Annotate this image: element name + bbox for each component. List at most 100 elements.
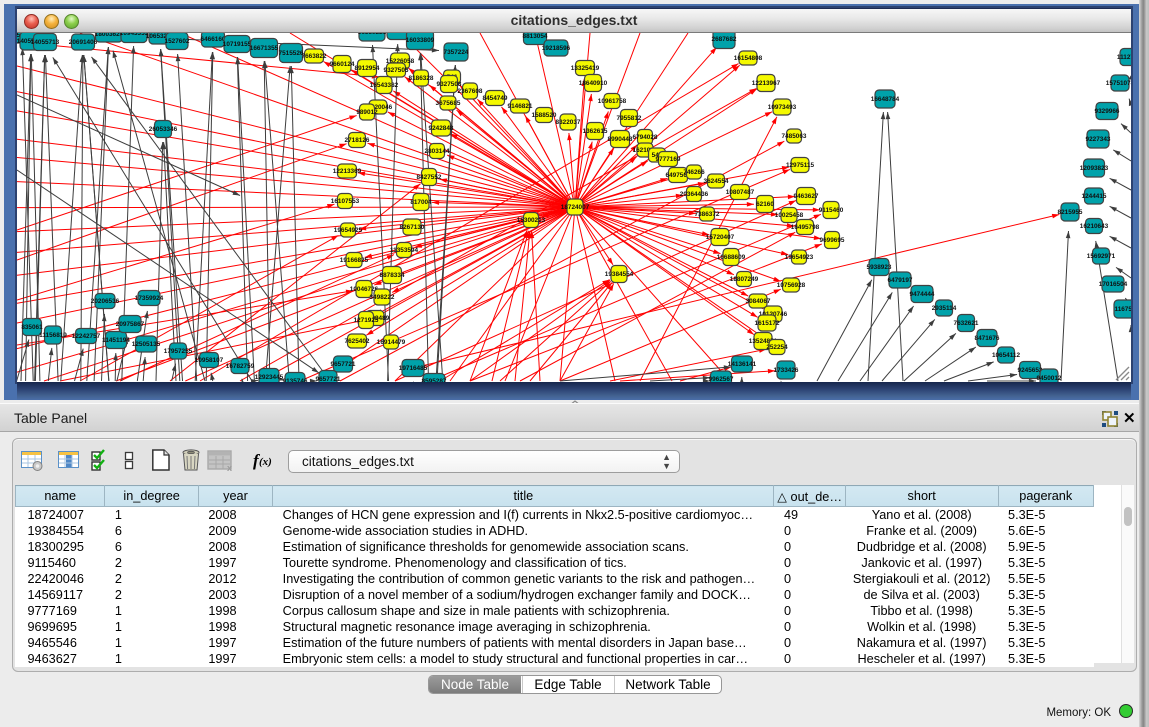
svg-text:14055713: 14055713 (31, 39, 60, 46)
svg-text:18640910: 18640910 (579, 80, 608, 87)
svg-text:15751074: 15751074 (1106, 80, 1131, 87)
svg-text:3675685: 3675685 (436, 100, 461, 107)
svg-text:9327505: 9327505 (384, 67, 409, 74)
svg-text:6479197: 6479197 (888, 277, 913, 284)
svg-text:12213967: 12213967 (752, 80, 781, 87)
svg-text:9242848: 9242848 (429, 125, 454, 132)
svg-text:20975867: 20975867 (116, 321, 145, 328)
svg-text:19218596: 19218596 (542, 45, 571, 52)
svg-text:19654925: 19654925 (334, 227, 363, 234)
svg-text:8427552: 8427552 (417, 174, 442, 181)
svg-text:16671355: 16671355 (250, 45, 279, 52)
svg-text:9227343: 9227343 (1086, 136, 1111, 143)
svg-text:20206536: 20206536 (91, 298, 120, 305)
svg-text:11451194: 11451194 (102, 337, 130, 344)
svg-text:8878334: 8878334 (380, 272, 405, 279)
svg-text:2687682: 2687682 (712, 36, 737, 43)
svg-text:9699695: 9699695 (820, 237, 845, 244)
svg-text:12242757: 12242757 (72, 333, 101, 340)
svg-text:18807249: 18807249 (730, 276, 759, 283)
svg-text:1733426: 1733426 (774, 367, 799, 374)
svg-text:2367608: 2367608 (458, 88, 483, 95)
svg-text:15692971: 15692971 (1087, 253, 1116, 260)
svg-text:3084067: 3084067 (746, 298, 771, 305)
svg-text:1615172: 1615172 (755, 320, 780, 327)
svg-text:9327508: 9327508 (437, 81, 462, 88)
svg-text:8813054: 8813054 (523, 33, 548, 40)
svg-text:10719155: 10719155 (223, 41, 252, 48)
svg-text:8454749: 8454749 (483, 95, 508, 102)
svg-text:8215955: 8215955 (1058, 209, 1083, 216)
svg-text:26053346: 26053346 (149, 126, 178, 133)
svg-text:8471676: 8471676 (975, 335, 1000, 342)
svg-text:116753: 116753 (1115, 306, 1131, 313)
svg-text:3624554: 3624554 (704, 178, 729, 185)
svg-text:3498222: 3498222 (370, 294, 395, 301)
svg-text:13325419: 13325419 (571, 65, 600, 72)
svg-text:19384554: 19384554 (605, 271, 634, 278)
svg-text:12505135: 12505135 (132, 341, 161, 348)
svg-text:2718126: 2718126 (345, 137, 370, 144)
svg-text:817004: 817004 (410, 199, 432, 206)
svg-text:19654923: 19654923 (785, 254, 814, 261)
svg-text:9474444: 9474444 (910, 291, 935, 298)
svg-text:15300213: 15300213 (517, 217, 546, 224)
svg-text:8322037: 8322037 (556, 119, 581, 126)
svg-text:20691406: 20691406 (69, 39, 98, 46)
svg-text:989012: 989012 (356, 109, 378, 116)
svg-text:14136141: 14136141 (728, 361, 757, 368)
svg-text:9450012: 9450012 (1037, 375, 1062, 382)
svg-text:18724007: 18724007 (561, 204, 590, 211)
svg-text:16339221: 16339221 (358, 33, 387, 36)
svg-text:12975115: 12975115 (786, 162, 815, 169)
svg-text:7955812: 7955812 (617, 115, 642, 122)
svg-text:9329966: 9329966 (1095, 108, 1120, 115)
svg-text:16495798: 16495798 (791, 224, 820, 231)
svg-text:16782759: 16782759 (226, 363, 255, 370)
svg-text:9115460: 9115460 (819, 207, 844, 214)
svg-text:6794028: 6794028 (633, 134, 658, 141)
svg-text:10025458: 10025458 (775, 212, 804, 219)
svg-text:9463627: 9463627 (794, 193, 819, 200)
svg-text:20364436: 20364436 (680, 191, 709, 198)
svg-text:19166825: 19166825 (340, 257, 369, 264)
svg-text:16033809: 16033809 (406, 37, 435, 44)
svg-text:10958107: 10958107 (195, 357, 224, 364)
svg-text:9245652: 9245652 (1018, 367, 1043, 374)
svg-text:12093823: 12093823 (1080, 165, 1109, 172)
svg-text:7357224: 7357224 (444, 49, 469, 56)
svg-text:746266: 746266 (683, 169, 705, 176)
svg-text:11353594: 11353594 (390, 247, 419, 254)
svg-text:1527602: 1527602 (165, 38, 190, 45)
svg-text:8990448: 8990448 (608, 136, 633, 143)
svg-text:835061: 835061 (21, 324, 43, 331)
svg-text:8186328: 8186328 (409, 75, 434, 82)
svg-text:15720407: 15720407 (706, 234, 735, 241)
svg-text:16648784: 16648784 (871, 96, 900, 103)
svg-text:9657721: 9657721 (331, 361, 356, 368)
svg-text:7625402: 7625402 (345, 338, 370, 345)
svg-text:16154808: 16154808 (734, 55, 763, 62)
svg-text:11156819: 11156819 (39, 332, 67, 339)
svg-text:62160: 62160 (756, 201, 774, 208)
svg-text:19716485: 19716485 (399, 365, 428, 372)
svg-text:7485063: 7485063 (782, 133, 807, 140)
svg-text:12923445: 12923445 (255, 374, 284, 381)
svg-text:(x): (x) (259, 456, 272, 468)
svg-text:12213369: 12213369 (333, 168, 362, 175)
svg-text:1271925: 1271925 (354, 317, 379, 324)
svg-text:10688609: 10688609 (717, 254, 746, 261)
svg-text:10943353: 10943353 (120, 33, 149, 37)
svg-text:17359924: 17359924 (135, 295, 164, 302)
svg-text:7663822: 7663822 (302, 53, 327, 60)
svg-text:17016504: 17016504 (1099, 281, 1128, 288)
svg-text:16107553: 16107553 (331, 198, 360, 205)
svg-text:8912954: 8912954 (355, 65, 380, 72)
svg-text:7632621: 7632621 (954, 320, 979, 327)
svg-text:17957255: 17957255 (164, 348, 193, 355)
svg-text:2803144: 2803144 (425, 148, 450, 155)
svg-text:8267130: 8267130 (400, 224, 425, 231)
svg-text:9146821: 9146821 (508, 103, 533, 110)
svg-text:1362615: 1362615 (583, 128, 608, 135)
svg-text:10654112: 10654112 (992, 352, 1021, 359)
